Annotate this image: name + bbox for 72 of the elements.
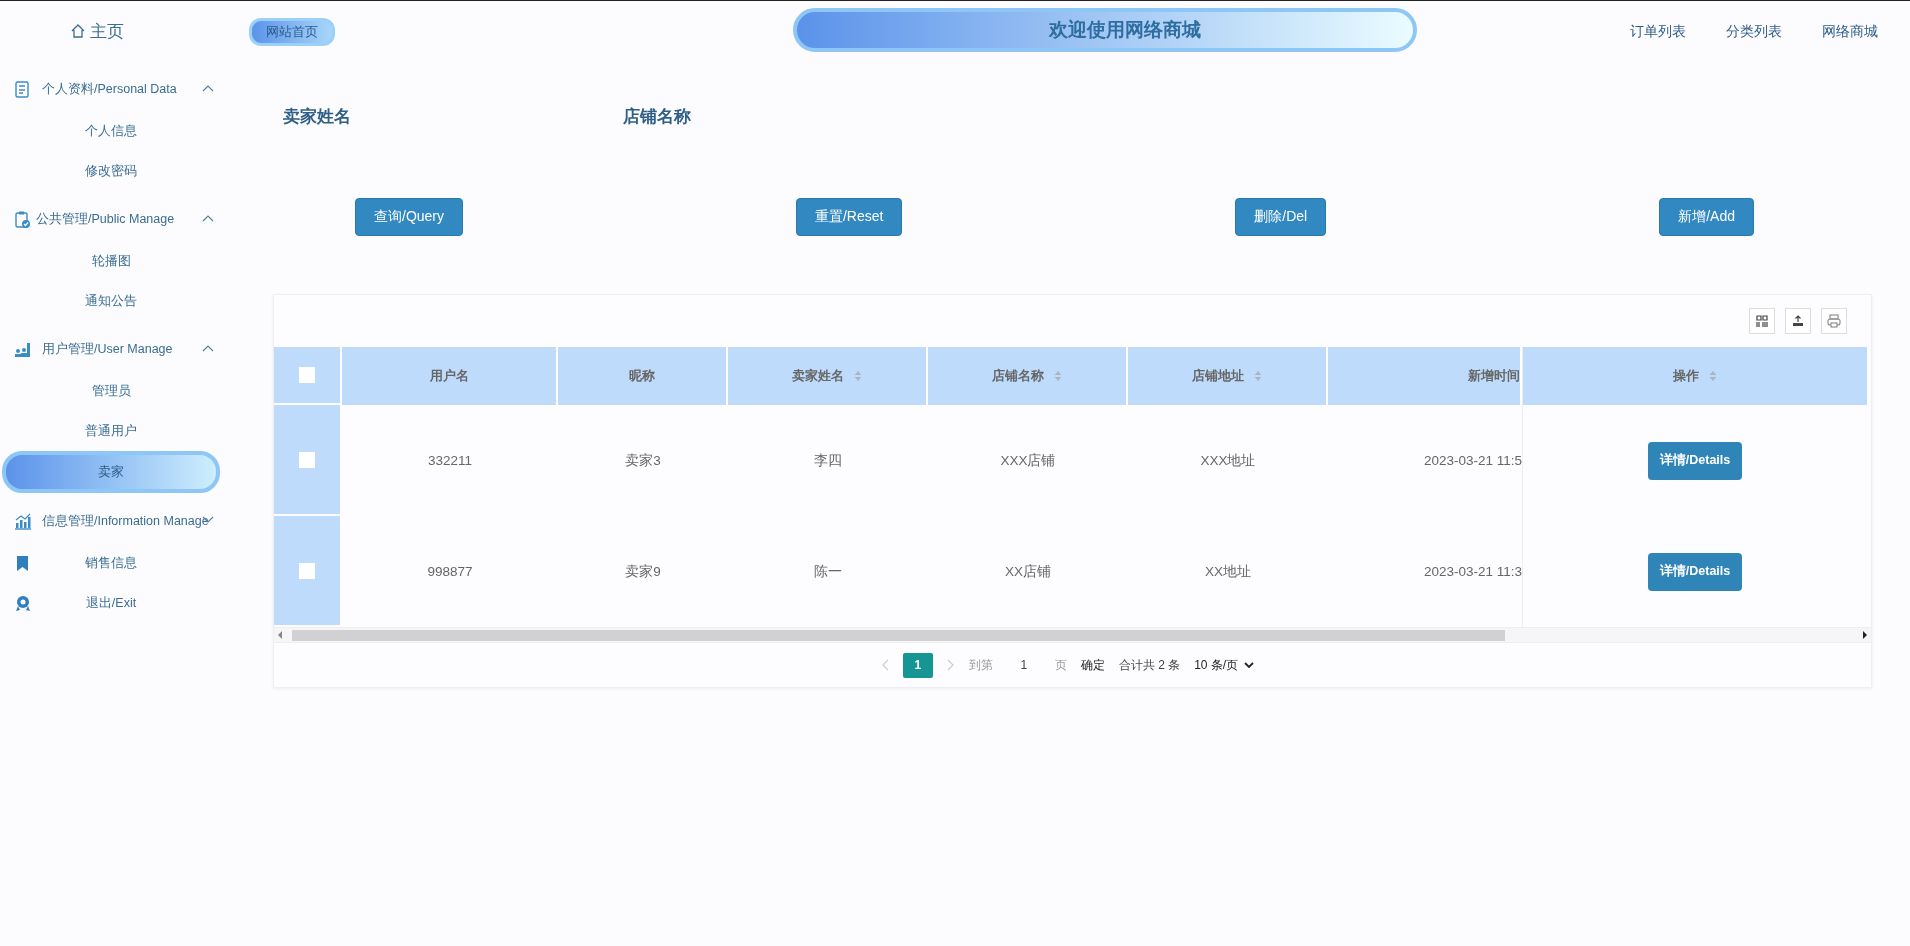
- action-button[interactable]: 重置/Reset: [795, 198, 903, 236]
- table-cell: XXX地址: [1200, 451, 1256, 470]
- export-icon: [1790, 313, 1806, 329]
- page-unit: 页: [1054, 656, 1067, 674]
- print-icon: [1826, 313, 1842, 329]
- nav-link[interactable]: 分类列表: [1726, 23, 1782, 41]
- table-cell: XX地址: [1205, 562, 1251, 581]
- submenu-item[interactable]: 修改密码: [0, 151, 222, 191]
- table-cell: 332211: [427, 453, 472, 468]
- columns-icon: [1754, 313, 1770, 329]
- menu-group[interactable]: 信息管理/Information Manage: [0, 499, 225, 543]
- document-icon: [14, 80, 32, 98]
- clipboard-check-icon: [14, 210, 32, 228]
- checkbox[interactable]: [299, 451, 315, 468]
- submenu-item[interactable]: 管理员: [0, 371, 222, 411]
- prev-icon: [880, 659, 889, 671]
- table-cell: 李四: [814, 451, 842, 470]
- columns-button[interactable]: [1749, 308, 1775, 334]
- export-button[interactable]: [1785, 308, 1811, 334]
- table-cell: XXX店铺: [1000, 451, 1056, 470]
- column-header[interactable]: 新增时间: [1468, 367, 1520, 385]
- chevron-icon: [1244, 661, 1255, 669]
- menu-item[interactable]: 销售信息: [0, 543, 225, 583]
- submenu-item[interactable]: 通知公告: [0, 281, 222, 321]
- menu-group[interactable]: 公共管理/Public Manage: [0, 197, 225, 241]
- nav-link[interactable]: 订单列表: [1630, 23, 1686, 41]
- table-cell: 卖家9: [625, 562, 661, 581]
- menu-group[interactable]: 用户管理/User Manage: [0, 327, 225, 371]
- award-icon: [14, 594, 32, 612]
- details-button[interactable]: 详情/Details: [1647, 552, 1743, 591]
- print-button[interactable]: [1821, 308, 1847, 334]
- total-count: 合计共 2 条: [1118, 656, 1181, 674]
- table-cell: 卖家3: [625, 451, 661, 470]
- bar-chart-icon: [14, 512, 32, 530]
- page-size-select[interactable]: 10 条/页: [1194, 656, 1255, 674]
- column-header[interactable]: 操作: [1673, 367, 1699, 385]
- submenu-item[interactable]: 个人信息: [0, 111, 222, 151]
- submenu-item[interactable]: 普通用户: [0, 411, 222, 451]
- column-header[interactable]: 昵称: [629, 367, 655, 385]
- next-icon: [946, 659, 955, 671]
- table-cell: 2023-03-21 11:5: [1423, 453, 1522, 468]
- page-button[interactable]: 1: [902, 652, 933, 678]
- field-label: 店铺名称: [623, 106, 691, 128]
- submenu-item[interactable]: 卖家: [2, 451, 220, 493]
- confirm-button[interactable]: 确定: [1080, 656, 1105, 674]
- submenu-item[interactable]: 轮播图: [0, 241, 222, 281]
- column-header[interactable]: 店铺名称: [992, 367, 1044, 385]
- home-link[interactable]: 主页: [0, 11, 195, 51]
- details-button[interactable]: 详情/Details: [1647, 441, 1743, 480]
- goto-label: 到第: [968, 656, 993, 674]
- home-link[interactable]: 网站首页: [249, 18, 335, 46]
- menu-group[interactable]: 个人资料/Personal Data: [0, 67, 225, 111]
- menu-item[interactable]: 退出/Exit: [0, 583, 225, 623]
- users-chart-icon: [14, 340, 32, 358]
- checkbox[interactable]: [299, 367, 315, 383]
- table-cell: XX店铺: [1005, 562, 1051, 581]
- column-header[interactable]: 用户名: [429, 367, 469, 385]
- horizontal-scrollbar[interactable]: [274, 627, 1871, 642]
- nav-link[interactable]: 网络商城: [1822, 23, 1878, 41]
- action-button[interactable]: 查询/Query: [355, 198, 463, 236]
- title-banner: 欢迎使用网络商城: [793, 8, 1417, 52]
- home-icon: [71, 24, 85, 38]
- column-header[interactable]: 卖家姓名: [792, 367, 844, 385]
- page-input[interactable]: 1: [1006, 657, 1041, 673]
- table-cell: 2023-03-21 11:3: [1423, 564, 1522, 579]
- action-button[interactable]: 删除/Del: [1235, 198, 1327, 236]
- table-cell: 陈一: [814, 562, 842, 581]
- column-header[interactable]: 店铺地址: [1192, 367, 1244, 385]
- action-button[interactable]: 新增/Add: [1659, 198, 1754, 236]
- field-label: 卖家姓名: [283, 106, 351, 128]
- checkbox[interactable]: [299, 562, 315, 579]
- table-cell: 998877: [427, 564, 473, 579]
